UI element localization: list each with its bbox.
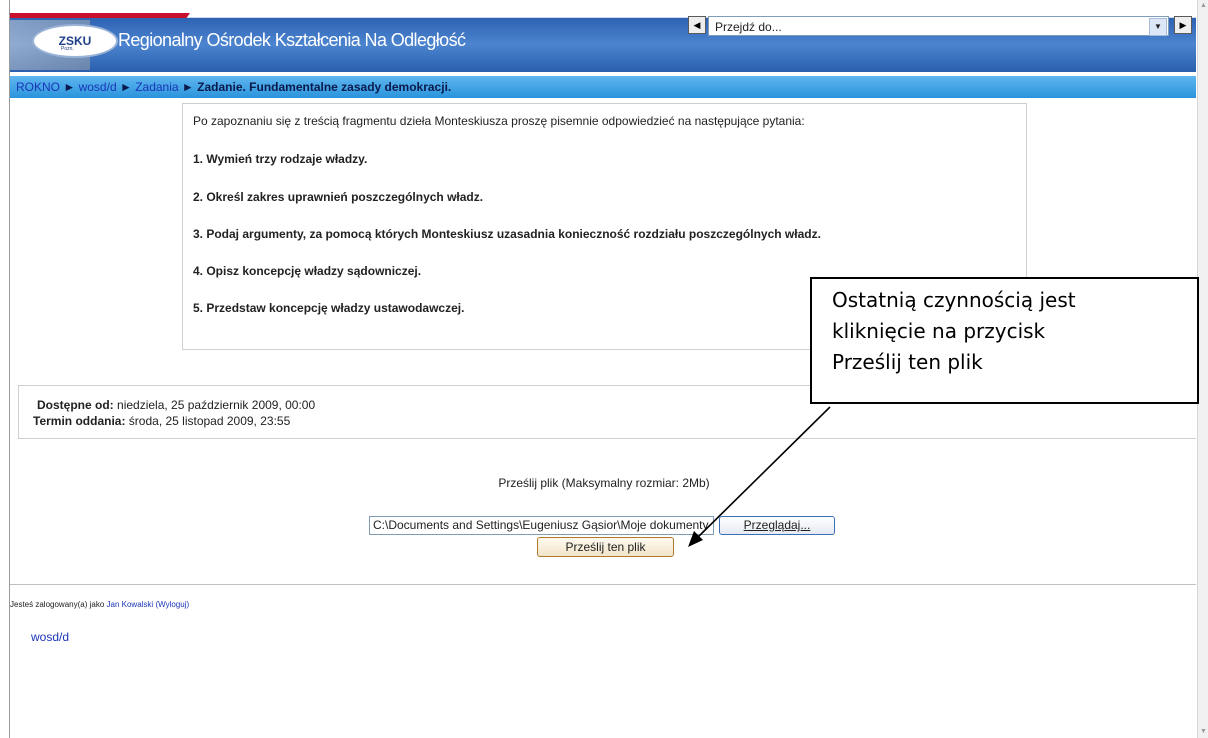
login-prefix: Jesteś zalogowany(a) jako <box>10 600 105 609</box>
footer-divider <box>10 584 1196 585</box>
logo-subtext: Pozn. <box>61 46 74 52</box>
callout-line-3: Prześlij ten plik <box>832 350 983 374</box>
question-2: 2. Określ zakres uprawnień poszczególnyc… <box>193 190 484 204</box>
breadcrumb-separator: ► <box>181 80 194 94</box>
browse-button-label: Przeglądaj... <box>743 518 811 532</box>
triangle-right-icon: ▶ <box>1179 20 1187 30</box>
next-activity-button[interactable]: ▶ <box>1174 16 1192 34</box>
previous-activity-button[interactable]: ◀ <box>688 16 706 34</box>
breadcrumb-rokno[interactable]: ROKNO <box>16 80 60 94</box>
breadcrumb-separator: ► <box>119 80 132 94</box>
assignment-lead: Po zapoznaniu się z treścią fragmentu dz… <box>193 114 805 128</box>
callout-line-2: kliknięcie na przycisk <box>832 319 1046 343</box>
site-title[interactable]: Regionalny Ośrodek Kształcenia Na Odległ… <box>118 30 466 51</box>
question-5: 5. Przedstaw koncepcję władzy ustawodawc… <box>193 301 465 315</box>
question-4: 4. Opisz koncepcję władzy sądowniczej. <box>193 264 422 278</box>
submit-file-button[interactable]: Prześlij ten plik <box>537 537 674 557</box>
callout-line-1: Ostatnią czynnością jest <box>832 288 1076 312</box>
jump-to-select[interactable]: Przejdź do... ▼ <box>708 16 1169 36</box>
logout-link[interactable]: (Wyloguj) <box>155 600 189 609</box>
file-path-input[interactable]: C:\Documents and Settings\Eugeniusz Gąsi… <box>369 516 714 535</box>
available-from-label: Dostępne od: <box>37 398 114 412</box>
due-date-value: środa, 25 listopad 2009, 23:55 <box>128 414 291 428</box>
site-logo[interactable]: ZSKU Pozn. <box>32 24 118 58</box>
upload-title: Prześlij plik (Maksymalny rozmiar: 2Mb) <box>498 476 710 490</box>
breadcrumb: ROKNO ► wosd/d ► Zadania ► Zadanie. Fund… <box>10 76 1196 98</box>
breadcrumb-separator: ► <box>63 80 76 94</box>
breadcrumb-assignments[interactable]: Zadania <box>135 80 178 94</box>
question-3: 3. Podaj argumenty, za pomocą których Mo… <box>193 227 821 241</box>
available-from-value: niedziela, 25 październik 2009, 00:00 <box>117 398 316 412</box>
breadcrumb-course[interactable]: wosd/d <box>79 80 117 94</box>
instruction-callout: Ostatnią czynnością jest kliknięcie na p… <box>810 277 1199 404</box>
scroll-down-icon[interactable]: ▼ <box>1200 728 1207 735</box>
login-info: Jesteś zalogowany(a) jako Jan Kowalski (… <box>10 600 189 609</box>
browse-button[interactable]: Przeglądaj... <box>719 516 835 535</box>
question-1: 1. Wymień trzy rodzaje władzy. <box>193 152 368 166</box>
header-red-stripe <box>10 13 190 18</box>
course-home-link[interactable]: wosd/d <box>31 630 69 644</box>
user-profile-link[interactable]: Jan Kowalski <box>107 600 154 609</box>
triangle-left-icon: ◀ <box>693 20 701 30</box>
due-date-label: Termin oddania: <box>33 414 126 428</box>
scroll-up-icon[interactable]: ▲ <box>1200 2 1207 9</box>
jump-to-value: Przejdź do... <box>715 20 782 34</box>
breadcrumb-current: Zadanie. Fundamentalne zasady demokracji… <box>197 80 452 94</box>
chevron-down-icon[interactable]: ▼ <box>1149 18 1167 36</box>
